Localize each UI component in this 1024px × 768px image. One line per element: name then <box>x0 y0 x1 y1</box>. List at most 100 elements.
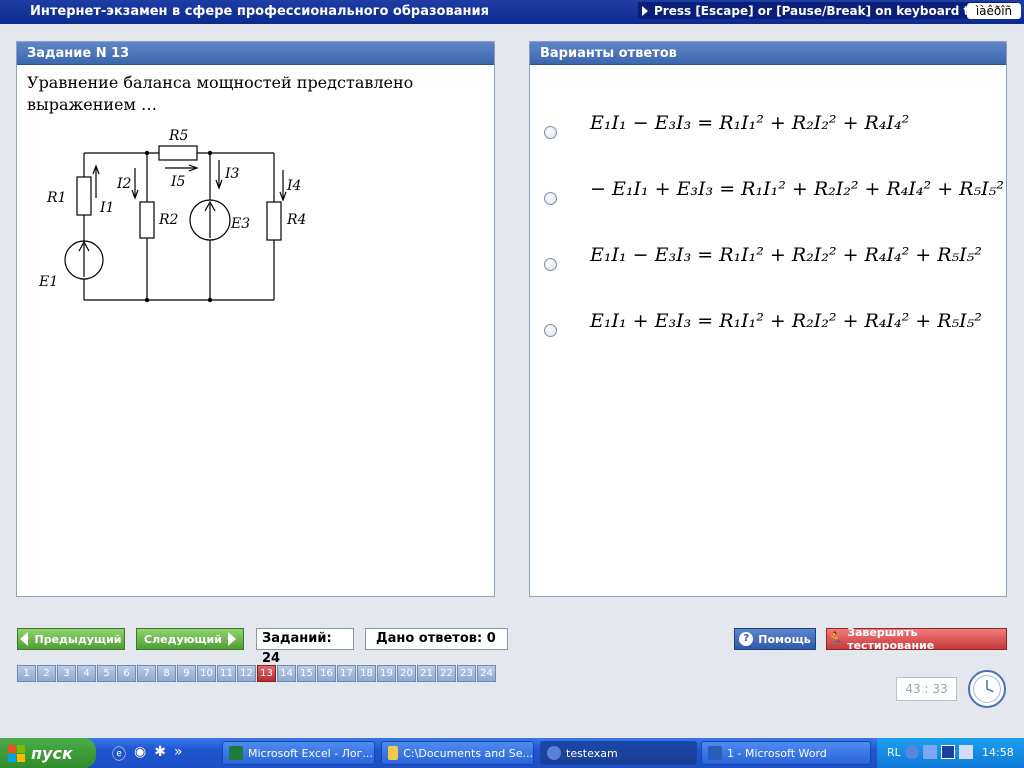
radio-button[interactable] <box>544 258 557 271</box>
task-header: Задание N 13 <box>17 42 494 65</box>
answer-formula: E₁I₁ + E₃I₃ = R₁I₁² + R₂I₂² + R₄I₄² + R₅… <box>590 310 982 332</box>
radio-button[interactable] <box>544 324 557 337</box>
label-i3: I3 <box>224 166 240 182</box>
program-icon[interactable]: ✱ <box>154 744 166 764</box>
system-tray: RL 14:58 <box>877 738 1024 768</box>
task-testexam-label: testexam <box>566 746 618 760</box>
page-button-10[interactable]: 10 <box>197 665 216 682</box>
page-button-14[interactable]: 14 <box>277 665 296 682</box>
task-excel-label: Microsoft Excel - Лог... <box>248 746 373 760</box>
label-i1: I1 <box>99 200 114 216</box>
label-i5: I5 <box>170 174 186 190</box>
page-button-22[interactable]: 22 <box>437 665 456 682</box>
language-indicator[interactable]: ìàêðîñ <box>967 3 1021 19</box>
folder-icon <box>388 746 399 760</box>
page-selector: 1 2 3 4 5 6 7 8 9 10 11 12 13 14 15 16 17 18 19 20 21 22 23 24 <box>17 665 497 682</box>
help-button-label: Помощь <box>758 632 811 646</box>
ie-icon[interactable]: ⓔ <box>112 744 126 764</box>
label-e3: E3 <box>230 216 250 232</box>
taskbar: пуск ⓔ ◉ ✱ » Microsoft Excel - Лог... C:… <box>0 738 1024 768</box>
label-r1: R1 <box>46 190 66 206</box>
label-i4: I4 <box>286 178 301 194</box>
arrow-left-icon <box>20 632 29 646</box>
quick-launch: ⓔ ◉ ✱ » <box>112 744 183 764</box>
tray-language[interactable]: RL <box>887 746 901 759</box>
page-button-9[interactable]: 9 <box>177 665 196 682</box>
page-button-11[interactable]: 11 <box>217 665 236 682</box>
answer-option-3[interactable]: E₁I₁ − E₃I₃ = R₁I₁² + R₂I₂² + R₄I₄² + R₅… <box>544 244 982 271</box>
answer-option-1[interactable]: E₁I₁ − E₃I₃ = R₁I₁² + R₂I₂² + R₄I₄² <box>544 112 909 139</box>
page-button-3[interactable]: 3 <box>57 665 76 682</box>
label-r4: R4 <box>286 212 306 228</box>
task-panel: Задание N 13 Уравнение баланса мощностей… <box>16 41 495 597</box>
page-button-5[interactable]: 5 <box>97 665 116 682</box>
windows-logo-icon <box>8 744 25 762</box>
word-icon <box>708 746 722 760</box>
label-r5: R5 <box>168 128 189 144</box>
page-button-7[interactable]: 7 <box>137 665 156 682</box>
play-icon[interactable] <box>941 745 955 759</box>
page-button-2[interactable]: 2 <box>37 665 56 682</box>
task-testexam[interactable]: testexam <box>540 741 697 765</box>
previous-button-label: Предыдущий <box>34 632 122 646</box>
answers-panel: Варианты ответов E₁I₁ − E₃I₃ = R₁I₁² + R… <box>529 41 1007 597</box>
back-icon[interactable] <box>905 745 919 759</box>
page-button-18[interactable]: 18 <box>357 665 376 682</box>
page-button-13[interactable]: 13 <box>257 665 276 682</box>
page-button-17[interactable]: 17 <box>337 665 356 682</box>
page-button-19[interactable]: 19 <box>377 665 396 682</box>
start-label: пуск <box>31 743 73 763</box>
help-button[interactable]: ? Помощь <box>734 628 816 650</box>
page-button-12[interactable]: 12 <box>237 665 256 682</box>
escape-hint-text: Press [Escape] or [Pause/Break] on keybo… <box>654 3 1012 18</box>
start-button[interactable]: пуск <box>0 738 96 768</box>
label-r2: R2 <box>158 212 179 228</box>
task-excel[interactable]: Microsoft Excel - Лог... <box>222 741 375 765</box>
media-player-icon[interactable]: ◉ <box>134 744 146 764</box>
tasks-count: Заданий: 24 <box>256 628 354 666</box>
answer-formula: E₁I₁ − E₃I₃ = R₁I₁² + R₂I₂² + R₄I₄² + R₅… <box>590 244 982 266</box>
answer-option-4[interactable]: E₁I₁ + E₃I₃ = R₁I₁² + R₂I₂² + R₄I₄² + R₅… <box>544 310 982 337</box>
label-e1: E1 <box>38 274 58 290</box>
page-button-1[interactable]: 1 <box>17 665 36 682</box>
page-button-20[interactable]: 20 <box>397 665 416 682</box>
escape-hint: Press [Escape] or [Pause/Break] on keybo… <box>638 2 1018 19</box>
page-button-6[interactable]: 6 <box>117 665 136 682</box>
radio-button[interactable] <box>544 192 557 205</box>
page-button-16[interactable]: 16 <box>317 665 336 682</box>
window-title: Интернет-экзамен в сфере профессионально… <box>30 4 489 19</box>
play-icon <box>642 5 648 16</box>
runner-icon: 🏃 <box>827 631 844 647</box>
page-button-24[interactable]: 24 <box>477 665 496 682</box>
page-button-15[interactable]: 15 <box>297 665 316 682</box>
task-word[interactable]: 1 - Microsoft Word <box>701 741 871 765</box>
globe-icon <box>547 746 561 760</box>
circuit-diagram: R5 R1 I1 I2 R2 I5 I3 E3 I4 R4 E1 <box>38 128 306 303</box>
finish-button-label: Завершить тестирование <box>847 626 935 652</box>
task-folder-label: C:\Documents and Se... <box>403 746 533 760</box>
excel-icon <box>229 746 243 760</box>
finish-test-button[interactable]: 🏃 Завершить тестирование <box>826 626 1007 652</box>
answers-header: Варианты ответов <box>530 42 1006 65</box>
page-button-23[interactable]: 23 <box>457 665 476 682</box>
page-button-8[interactable]: 8 <box>157 665 176 682</box>
task-folder[interactable]: C:\Documents and Se... <box>381 741 534 765</box>
tray-app-icon[interactable] <box>959 745 973 759</box>
previous-button[interactable]: Предыдущий <box>17 628 125 650</box>
chevron-right-icon[interactable]: » <box>174 744 183 764</box>
answers-given-count: Дано ответов: 0 <box>365 628 508 650</box>
question-text: Уравнение баланса мощностей представлено… <box>27 73 414 114</box>
title-bar: Интернет-экзамен в сфере профессионально… <box>0 0 1024 24</box>
media-icon[interactable] <box>923 745 937 759</box>
clock-icon <box>968 670 1006 708</box>
answer-formula: E₁I₁ − E₃I₃ = R₁I₁² + R₂I₂² + R₄I₄² <box>590 112 910 134</box>
answer-option-2[interactable]: − E₁I₁ + E₃I₃ = R₁I₁² + R₂I₂² + R₄I₄² + … <box>544 178 1004 205</box>
next-button-label: Следующий <box>144 632 222 646</box>
radio-button[interactable] <box>544 126 557 139</box>
timer: 43 : 33 <box>896 677 957 701</box>
page-button-4[interactable]: 4 <box>77 665 96 682</box>
answer-formula: − E₁I₁ + E₃I₃ = R₁I₁² + R₂I₂² + R₄I₄² + … <box>590 178 1004 200</box>
next-button[interactable]: Следующий <box>136 628 244 650</box>
question-mark-icon: ? <box>739 632 754 646</box>
page-button-21[interactable]: 21 <box>417 665 436 682</box>
